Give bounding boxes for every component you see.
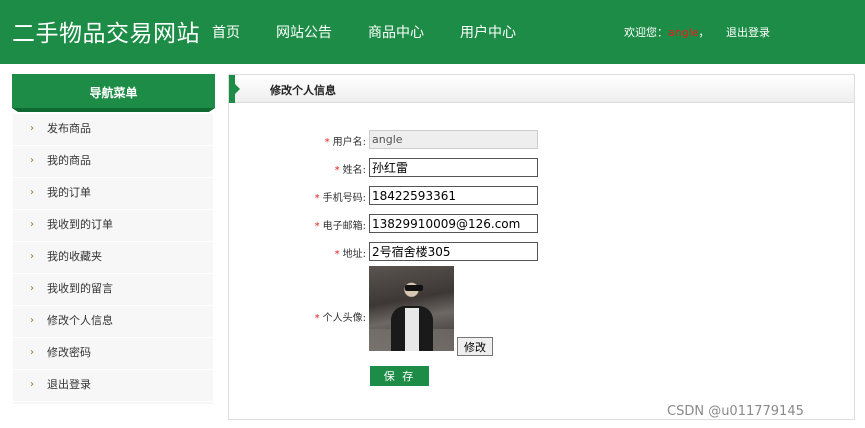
form-row-name: * 姓名: [229, 158, 856, 178]
sidebar-item-logout[interactable]: › 退出登录 [13, 370, 213, 402]
name-field[interactable] [369, 158, 538, 177]
sidebar-item-my-orders[interactable]: › 我的订单 [13, 178, 213, 210]
name-label: * 姓名: [334, 165, 366, 176]
save-button[interactable]: 保 存 [370, 366, 429, 386]
welcome-text: 欢迎您：angle， [624, 24, 710, 40]
nav-user-center-link[interactable]: 用户中心 [460, 22, 516, 42]
sidebar-item-edit-profile[interactable]: › 修改个人信息 [13, 306, 213, 338]
chevron-right-icon: › [30, 347, 34, 358]
chevron-right-icon: › [30, 315, 34, 326]
required-mark: * [334, 165, 340, 176]
nav-home-link[interactable]: 首页 [212, 22, 240, 42]
email-field[interactable] [369, 214, 538, 233]
change-avatar-button[interactable]: 修改 [457, 337, 493, 356]
sidebar-item-label: 我收到的订单 [47, 218, 113, 231]
sidebar-item-received-orders[interactable]: › 我收到的订单 [13, 210, 213, 242]
required-mark: * [314, 313, 320, 324]
sidebar-item-label: 我收到的留言 [47, 282, 113, 295]
username-label: * 用户名: [324, 137, 366, 148]
required-mark: * [314, 221, 320, 232]
site-title: 二手物品交易网站 [12, 21, 200, 47]
sidebar-item-publish-product[interactable]: › 发布商品 [13, 114, 213, 146]
sidebar-item-label: 修改密码 [47, 346, 91, 359]
chevron-right-icon: › [30, 283, 34, 294]
nav-announcements-link[interactable]: 网站公告 [276, 22, 332, 42]
form-row-avatar: * 个人头像: [229, 306, 856, 326]
required-mark: * [314, 193, 320, 204]
phone-label: * 手机号码: [314, 193, 366, 204]
chevron-right-icon: › [30, 251, 34, 262]
panel-header: 修改个人信息 [229, 75, 854, 103]
sidebar-item-change-password[interactable]: › 修改密码 [13, 338, 213, 370]
main-nav: 首页 网站公告 商品中心 用户中心 [212, 22, 552, 42]
username-field [369, 130, 538, 149]
address-field[interactable] [369, 242, 538, 261]
address-label: * 地址: [334, 249, 366, 260]
sidebar-menu: › 发布商品 › 我的商品 › 我的订单 › 我收到的订单 › 我的收藏夹 › 我收到的留言… [13, 114, 213, 404]
sidebar-item-label: 我的收藏夹 [47, 250, 102, 263]
header-logout-link[interactable]: 退出登录 [726, 24, 770, 40]
email-label: * 电子邮箱: [314, 221, 366, 232]
sidebar-item-label: 退出登录 [47, 378, 91, 391]
panel-header-marker [229, 75, 240, 103]
required-mark: * [324, 137, 330, 148]
sidebar-item-label: 我的商品 [47, 154, 91, 167]
sidebar-item-label: 发布商品 [47, 122, 91, 135]
form-row-address: * 地址: [229, 242, 856, 262]
welcome-prefix: 欢迎您： [624, 26, 668, 39]
avatar-label: * 个人头像: [314, 313, 366, 324]
edit-profile-panel: 修改个人信息 *用户名: *姓名: *手机号码: *电子邮箱: *地址: *个人… [228, 74, 855, 420]
sidebar-item-received-messages[interactable]: › 我收到的留言 [13, 274, 213, 306]
top-header: 二手物品交易网站 首页 网站公告 商品中心 用户中心 欢迎您：angle， 退出… [0, 0, 865, 64]
welcome-suffix: ， [698, 26, 710, 39]
sidebar-title: 导航菜单 [12, 74, 215, 108]
form-row-username: * 用户名: [229, 130, 856, 150]
page-title: 修改个人信息 [270, 84, 336, 97]
phone-field[interactable] [369, 186, 538, 205]
chevron-right-icon: › [30, 379, 34, 390]
chevron-right-icon: › [30, 219, 34, 230]
form-row-phone: * 手机号码: [229, 186, 856, 206]
chevron-right-icon: › [30, 155, 34, 166]
required-mark: * [334, 249, 340, 260]
sidebar: 导航菜单 › 发布商品 › 我的商品 › 我的订单 › 我收到的订单 › 我的收藏夹 › 我… [12, 74, 215, 404]
current-username: angle [668, 26, 699, 39]
sidebar-item-label: 修改个人信息 [47, 314, 113, 327]
chevron-right-icon: › [30, 123, 34, 134]
form-row-email: * 电子邮箱: [229, 214, 856, 234]
watermark: CSDN @u011779145 [667, 404, 804, 419]
sidebar-item-label: 我的订单 [47, 186, 91, 199]
chevron-right-icon: › [30, 187, 34, 198]
sidebar-item-my-products[interactable]: › 我的商品 [13, 146, 213, 178]
sidebar-item-favorites[interactable]: › 我的收藏夹 [13, 242, 213, 274]
nav-products-link[interactable]: 商品中心 [368, 22, 424, 42]
avatar-image [369, 266, 454, 351]
